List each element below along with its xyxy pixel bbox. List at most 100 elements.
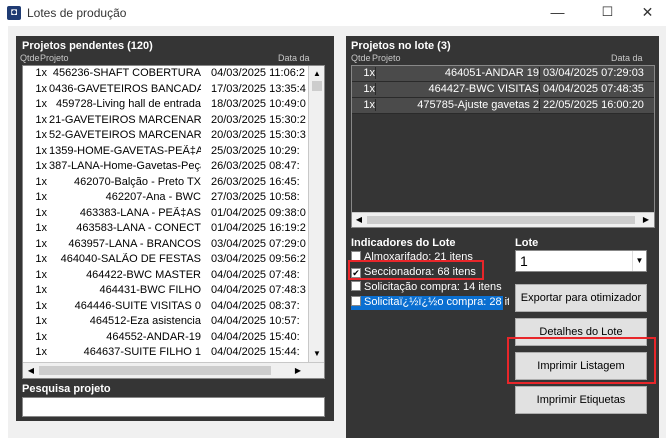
pending-row[interactable]: 1x 387-LANA-Home-Gavetas-Peças 26/03/2025 …	[23, 159, 308, 174]
pending-row[interactable]: 1x 463583-LANA - CONECT 01/04/2025 16:19:2	[23, 221, 308, 236]
pending-row[interactable]: 1x 462070-Balção - Preto TX 26/03/2025 16:…	[23, 175, 308, 190]
lot-row[interactable]: 1x 464051-ANDAR 19 03/04/2025 07:29:03	[352, 66, 654, 82]
lot-title: Projetos no lote (3)	[351, 40, 451, 52]
pending-cell-projeto: 456236-SHAFT COBERTURA	[52, 67, 201, 79]
lot-hscroll[interactable]: ◀ ▶	[352, 212, 654, 227]
pending-cell-data: 20/03/2025 15:30:3	[211, 129, 306, 141]
export-optimizer-label: Exportar para otimizador	[520, 292, 642, 304]
lot-cell-data: 04/04/2025 07:48:35	[543, 83, 644, 95]
pending-row[interactable]: 1x 52-GAVETEIROS MARCENARIA 20/03/2025 15:…	[23, 128, 308, 143]
pending-cell-qtde: 1x	[35, 268, 47, 281]
pending-cell-data: 04/04/2025 10:57:	[211, 315, 300, 327]
app-icon: ◘	[7, 6, 21, 20]
pending-cell-data: 17/03/2025 13:35:4	[211, 82, 306, 95]
pending-cell-data: 04/04/2025 15:40:	[211, 330, 300, 343]
pending-cell-data: 03/04/2025 07:29:0	[211, 237, 306, 250]
lot-cell-projeto: 464051-ANDAR 19	[378, 67, 540, 79]
scroll-up-icon[interactable]: ▲	[310, 67, 324, 81]
pending-cell-data: 01/04/2025 09:38:0	[211, 206, 306, 219]
pending-row[interactable]: 1x 1359-HOME-GAVETAS-PEÃ‡AS 25/03/2025 10:…	[23, 144, 308, 159]
pending-row[interactable]: 1x 464040-SALÃO DE FESTAS 03/04/2025 09:56…	[23, 252, 308, 267]
lot-scroll-left-icon[interactable]: ◀	[352, 213, 366, 227]
scroll-right-icon[interactable]: ▶	[291, 364, 305, 378]
lot-row[interactable]: 1x 464427-BWC VISITAS 04/04/2025 07:48:35	[352, 82, 654, 98]
lote-select[interactable]: 1 ▼	[515, 250, 647, 272]
pending-vscroll[interactable]: ▲ ▼	[308, 66, 324, 362]
annotation-box-print-list	[507, 337, 656, 384]
pending-cell-qtde: 1x	[35, 144, 47, 157]
pending-cell-data: 01/04/2025 16:19:2	[211, 222, 306, 234]
checkbox-icon[interactable]	[351, 296, 361, 306]
indicator-item[interactable]: Solicitaï¿½ï¿½o compra: 28 ite	[351, 296, 516, 310]
pending-cell-qtde: 1x	[35, 113, 47, 126]
annotation-box-seccionadora	[348, 260, 484, 280]
pending-row[interactable]: 1x 456236-SHAFT COBERTURA 04/03/2025 11:06…	[23, 66, 308, 81]
pending-row[interactable]: 1x 464446-SUITE VISITAS 0 04/04/2025 08:37…	[23, 299, 308, 314]
title-bar: ◘ Lotes de produção — ☐ ✕	[0, 0, 670, 26]
pending-title: Projetos pendentes (120)	[22, 40, 153, 52]
close-button[interactable]: ✕	[625, 0, 670, 26]
pending-cell-qtde: 1x	[35, 222, 47, 234]
pending-row[interactable]: 1x 464512-Eza asistencia 04/04/2025 10:57:	[23, 314, 308, 329]
pending-cell-data: 04/04/2025 08:37:	[211, 299, 300, 312]
pending-cell-data: 03/04/2025 09:56:2	[211, 253, 306, 265]
checkbox-icon[interactable]	[351, 281, 361, 291]
pending-row[interactable]: 1x 0436-GAVETEIROS BANCADAS 17/03/2025 13:…	[23, 82, 308, 97]
scroll-thumb[interactable]	[312, 81, 322, 91]
search-input[interactable]	[22, 397, 325, 417]
window-title: Lotes de produção	[27, 6, 127, 20]
maximize-button[interactable]: ☐	[585, 0, 630, 26]
pending-cell-qtde: 1x	[35, 67, 47, 79]
indicators-title: Indicadores do Lote	[351, 237, 456, 249]
pending-row[interactable]: 1x 463383-LANA - PEÃ‡AS 01/04/2025 09:38:0	[23, 206, 308, 221]
lot-cell-data: 22/05/2025 16:00:20	[543, 99, 644, 111]
lot-list[interactable]: 1x 464051-ANDAR 19 03/04/2025 07:29:03 1x 46…	[351, 65, 655, 228]
pending-cell-projeto: 463583-LANA - CONECT	[76, 222, 201, 234]
minimize-button[interactable]: —	[535, 0, 580, 26]
pending-row[interactable]: 1x 464431-BWC FILHO 04/04/2025 07:48:3	[23, 283, 308, 298]
scroll-left-icon[interactable]: ◀	[24, 364, 38, 378]
lot-row[interactable]: 1x 475785-Ajuste gavetas 2 22/05/2025 16:0…	[352, 98, 654, 114]
pending-cell-projeto: 387-LANA-Home-Gavetas-Peças	[49, 160, 201, 172]
indicator-label: Solicitação compra: 14 itens	[364, 281, 502, 293]
pending-header-data: Data da	[278, 53, 310, 63]
pending-cell-projeto: 464552-ANDAR-19	[106, 330, 201, 343]
pending-hscroll[interactable]: ◀ ▶	[23, 362, 324, 378]
pending-cell-projeto: 464637-SUITE FILHO 1	[83, 346, 201, 358]
pending-row[interactable]: 1x 462207-Ana - BWC 27/03/2025 10:58:	[23, 190, 308, 205]
pending-header-projeto: Projeto	[40, 53, 69, 63]
lot-scroll-right-icon[interactable]: ▶	[639, 213, 653, 227]
pending-cell-qtde: 1x	[35, 284, 47, 296]
print-labels-button[interactable]: Imprimir Etiquetas	[515, 386, 647, 414]
lot-hscroll-thumb[interactable]	[367, 216, 635, 224]
pending-cell-projeto: 463383-LANA - PEÃ‡AS	[79, 206, 201, 219]
pending-row[interactable]: 1x 463957-LANA - BRANCOS 03/04/2025 07:29:…	[23, 237, 308, 252]
pending-cell-data: 26/03/2025 08:47:	[211, 160, 300, 172]
pending-cell-projeto: 0436-GAVETEIROS BANCADAS	[49, 82, 201, 95]
pending-row[interactable]: 1x 464422-BWC MASTER 04/04/2025 07:48:	[23, 268, 308, 283]
pending-list[interactable]: 1x 456236-SHAFT COBERTURA 04/03/2025 11:06…	[22, 65, 325, 379]
pending-cell-projeto: 462070-Balção - Preto TX	[74, 175, 201, 188]
pending-row[interactable]: 1x 459728-Living hall de entrada 18/03/202…	[23, 97, 308, 112]
client-area: Projetos pendentes (120) Qtde Projeto Da…	[8, 26, 666, 438]
pending-cell-qtde: 1x	[35, 315, 47, 327]
pending-header-qtde: Qtde	[20, 53, 40, 63]
pending-row[interactable]: 1x 464552-ANDAR-19 04/04/2025 15:40:	[23, 330, 308, 345]
actions-panel: Lote 1 ▼ Exportar para otimizador Detalh…	[509, 232, 659, 438]
lot-header-qtde: Qtde	[351, 53, 371, 63]
export-optimizer-button[interactable]: Exportar para otimizador	[515, 284, 647, 312]
pending-cell-data: 04/04/2025 07:48:3	[211, 284, 306, 296]
lot-cell-projeto: 475785-Ajuste gavetas 2	[378, 99, 540, 111]
hscroll-thumb[interactable]	[39, 366, 271, 375]
pending-cell-projeto: 1359-HOME-GAVETAS-PEÃ‡AS	[49, 144, 201, 157]
pending-cell-data: 04/04/2025 07:48:	[211, 268, 300, 281]
pending-cell-data: 25/03/2025 10:29:	[211, 144, 300, 157]
pending-row[interactable]: 1x 21-GAVETEIROS MARCENARIA 20/03/2025 15:…	[23, 113, 308, 128]
pending-row[interactable]: 1x 464637-SUITE FILHO 1 04/04/2025 15:44:	[23, 345, 308, 360]
chevron-down-icon[interactable]: ▼	[632, 251, 646, 271]
indicator-item[interactable]: Solicitação compra: 14 itens	[351, 281, 502, 295]
pending-cell-data: 18/03/2025 10:49:0	[211, 98, 306, 110]
pending-cell-projeto: 464422-BWC MASTER	[86, 268, 201, 281]
lot-header-data: Data da	[611, 53, 643, 63]
scroll-down-icon[interactable]: ▼	[310, 347, 324, 361]
